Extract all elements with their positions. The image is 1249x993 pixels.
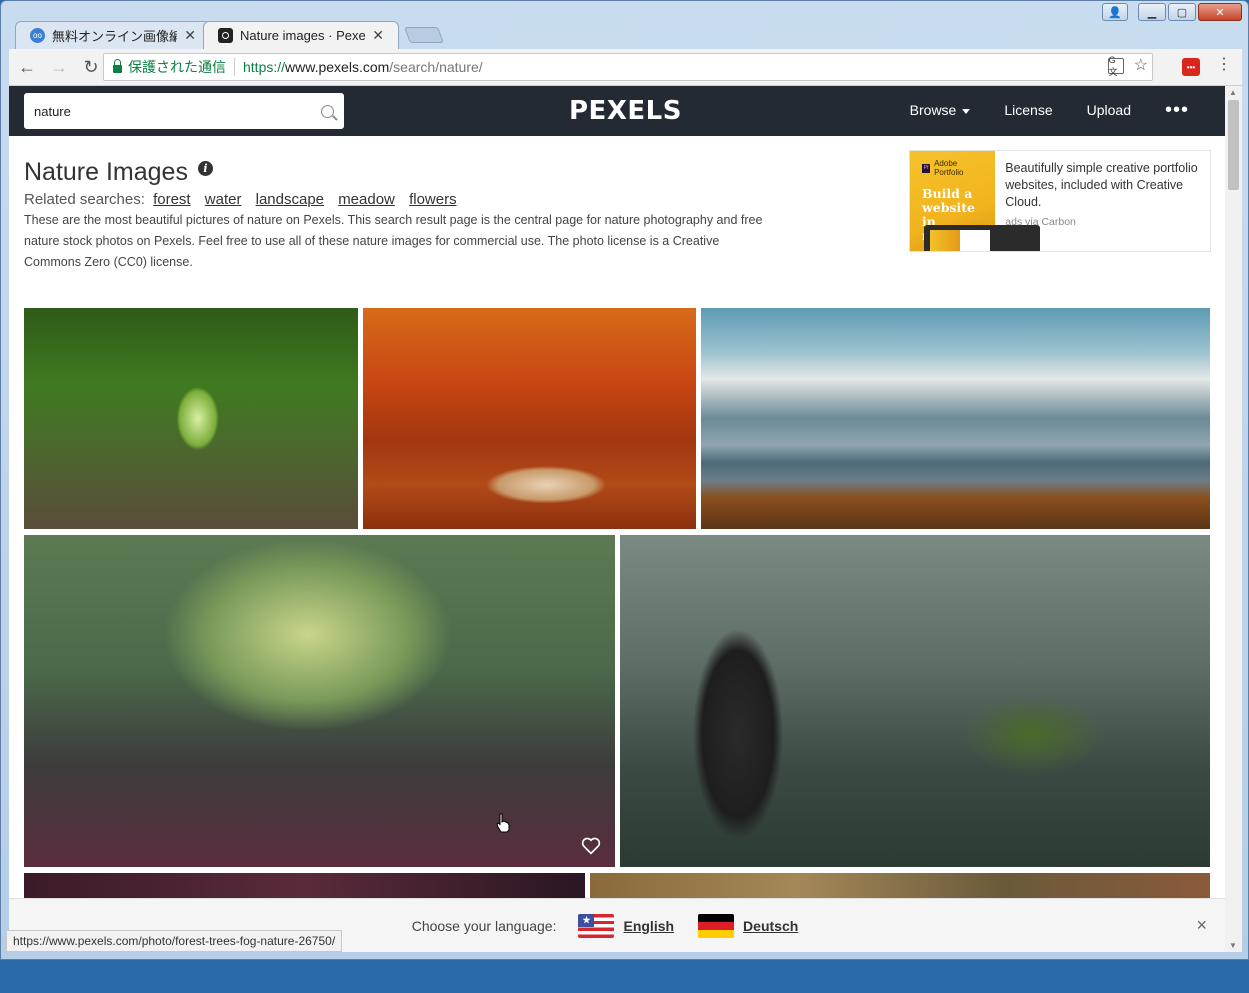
- forward-arrow-icon[interactable]: →: [45, 53, 73, 81]
- web-page: nature PEXELS Browse License Upload ••• …: [9, 86, 1225, 952]
- close-tab-icon[interactable]: ✕: [184, 27, 196, 44]
- scroll-up-icon[interactable]: ▲: [1229, 88, 1237, 97]
- related-link-forest[interactable]: forest: [153, 191, 191, 208]
- separator: [234, 58, 235, 76]
- url-path: /search/nature/: [389, 59, 483, 75]
- upload-link[interactable]: Upload: [1087, 102, 1131, 118]
- ad-brand: Pf Adobe Portfolio: [922, 159, 983, 177]
- language-deutsch-label: Deutsch: [743, 917, 799, 934]
- related-label: Related searches:: [24, 191, 145, 208]
- info-icon[interactable]: i: [197, 161, 213, 176]
- tab-strip: oo 無料オンライン画像編集 ✕ Nature images · Pexels …: [15, 19, 444, 49]
- page-description: These are the most beautiful pictures of…: [24, 213, 763, 269]
- close-icon[interactable]: ×: [1196, 915, 1207, 936]
- browser-window: 👤 ▁ ▢ ✕ oo 無料オンライン画像編集 ✕ Nature images ·…: [0, 0, 1249, 960]
- translate-icon[interactable]: G文: [1107, 55, 1124, 77]
- autumn-path-photo[interactable]: [363, 308, 696, 529]
- browser-toolbar: ← → ↻ 保護された通信 https:// www.pexels.com /s…: [9, 49, 1242, 86]
- carbon-ad[interactable]: Pf Adobe Portfolio Build a website in mi…: [909, 150, 1211, 252]
- stacked-stones-photo[interactable]: [620, 535, 1210, 867]
- close-window-button[interactable]: ✕: [1198, 3, 1242, 21]
- page-scrollbar[interactable]: ▲ ▼: [1225, 86, 1242, 952]
- site-header: nature PEXELS Browse License Upload •••: [9, 86, 1225, 136]
- heart-icon[interactable]: [581, 837, 601, 855]
- url-scheme: https://: [243, 59, 286, 75]
- related-link-meadow[interactable]: meadow: [338, 191, 395, 208]
- omnibox-icons: G文 ☆: [1107, 55, 1148, 77]
- ad-brand-label: Adobe Portfolio: [934, 159, 964, 177]
- page-title-row: Nature Images i: [24, 158, 784, 187]
- user-icon[interactable]: 👤: [1102, 3, 1128, 21]
- tab-title: Nature images · Pexels: [240, 28, 366, 43]
- lock-icon: [113, 58, 122, 73]
- chevron-down-icon: [962, 108, 971, 114]
- language-deutsch[interactable]: Deutsch: [698, 913, 799, 938]
- bookmark-star-icon[interactable]: ☆: [1134, 58, 1148, 74]
- german-flag-icon: [698, 913, 735, 938]
- address-bar[interactable]: 保護された通信 https:// www.pexels.com /search/…: [103, 53, 1153, 81]
- ad-text[interactable]: Beautifully simple creative portfolio we…: [1005, 160, 1200, 211]
- tab-title: 無料オンライン画像編集: [52, 29, 178, 44]
- railway-forest-photo[interactable]: [24, 308, 358, 529]
- extension-icon[interactable]: •••: [1182, 58, 1200, 76]
- tab-pexels[interactable]: Nature images · Pexels ✕: [203, 21, 399, 49]
- scrollbar-thumb[interactable]: [1228, 100, 1239, 190]
- search-icon[interactable]: [321, 104, 334, 118]
- license-link[interactable]: License: [1004, 102, 1052, 118]
- window-controls: 👤 ▁ ▢ ✕: [1102, 3, 1242, 21]
- secure-label: 保護された通信: [128, 59, 226, 75]
- search-value: nature: [34, 103, 71, 119]
- related-link-flowers[interactable]: flowers: [409, 191, 457, 208]
- url-host: www.pexels.com: [285, 59, 390, 75]
- intro-section: Nature Images i Related searches: forest…: [24, 158, 784, 273]
- language-english[interactable]: English: [578, 913, 675, 938]
- tab-image-editor[interactable]: oo 無料オンライン画像編集 ✕: [15, 21, 211, 49]
- reload-icon[interactable]: ↻: [77, 53, 105, 81]
- browser-menu-icon[interactable]: ⋮: [1216, 57, 1232, 73]
- adobe-portfolio-icon: Pf: [922, 163, 931, 173]
- browse-menu[interactable]: Browse: [910, 102, 971, 118]
- status-url: https://www.pexels.com/photo/forest-tree…: [6, 930, 343, 952]
- related-link-landscape[interactable]: landscape: [256, 191, 324, 208]
- related-link-water[interactable]: water: [205, 191, 242, 208]
- more-menu-icon[interactable]: •••: [1165, 100, 1189, 120]
- ad-device-illustration: [924, 225, 1040, 251]
- mountain-lake-photo[interactable]: [701, 308, 1210, 529]
- minimize-button[interactable]: ▁: [1138, 3, 1166, 21]
- scroll-down-icon[interactable]: ▼: [1229, 941, 1237, 950]
- ad-headline-line: Build a website: [922, 186, 975, 215]
- hand-cursor-icon: [496, 813, 510, 833]
- language-label: Choose your language:: [411, 917, 557, 934]
- us-flag-icon: [578, 913, 615, 938]
- close-tab-icon[interactable]: ✕: [372, 27, 384, 44]
- editor-favicon-icon: oo: [30, 28, 45, 43]
- header-nav: Browse License Upload •••: [910, 100, 1189, 120]
- page-title: Nature Images: [24, 158, 188, 186]
- search-input[interactable]: nature: [24, 93, 344, 129]
- related-searches: Related searches: forest water landscape…: [24, 191, 784, 208]
- foggy-forest-photo[interactable]: [24, 535, 615, 867]
- maximize-button[interactable]: ▢: [1168, 3, 1196, 21]
- language-english-label: English: [623, 917, 675, 934]
- ad-image[interactable]: Pf Adobe Portfolio Build a website in mi…: [910, 151, 1040, 251]
- camera-icon: [218, 28, 233, 43]
- browse-label: Browse: [909, 102, 957, 118]
- new-tab-button[interactable]: [404, 27, 444, 43]
- back-arrow-icon[interactable]: ←: [13, 53, 41, 81]
- pexels-logo[interactable]: PEXELS: [569, 96, 682, 126]
